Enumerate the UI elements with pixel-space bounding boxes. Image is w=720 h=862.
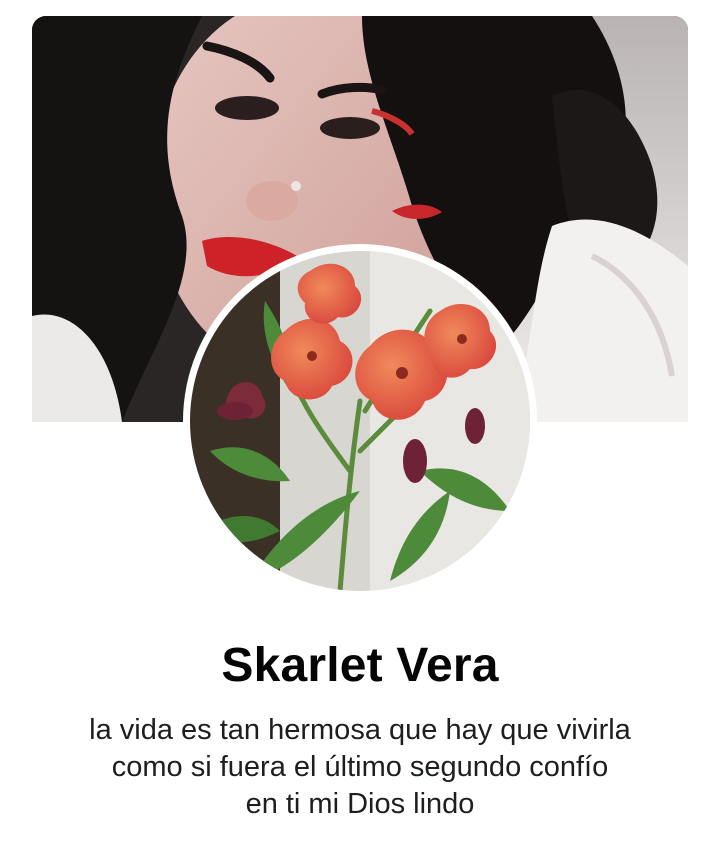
bio-line: la vida es tan hermosa que hay que vivir… — [89, 714, 631, 746]
bio-line: en ti mi Dios lindo — [245, 788, 475, 820]
profile-bio: la vida es tan hermosa que hay que vivir… — [40, 712, 680, 823]
profile-avatar[interactable] — [190, 251, 530, 591]
profile-name: Skarlet Vera — [221, 639, 499, 692]
bio-line: como si fuera el último segundo confío — [111, 751, 609, 783]
profile-page: Skarlet Vera la vida es tan hermosa que … — [0, 0, 720, 862]
avatar-ring — [183, 244, 537, 598]
